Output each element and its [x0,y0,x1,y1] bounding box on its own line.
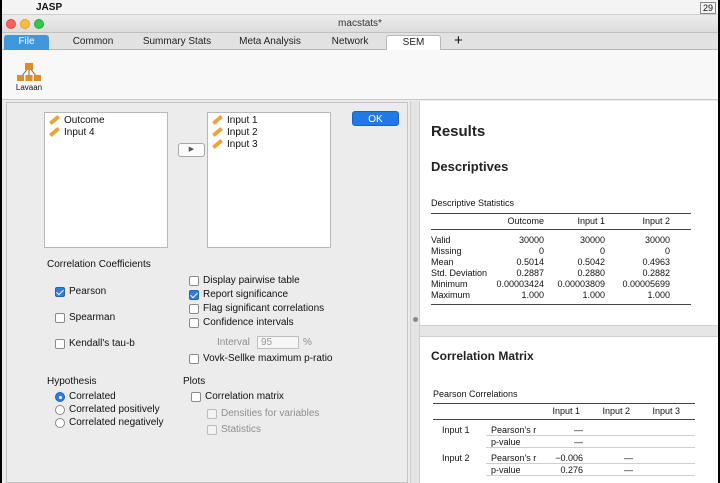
interval-input[interactable]: 95 [257,336,299,349]
title-bar: macstats* [2,15,718,33]
pairwise-table-checkbox[interactable] [189,276,199,286]
interval-label: Interval [217,337,250,348]
correlation-matrix-title: Correlation Matrix [431,349,534,363]
column-header: Input 1 [577,216,605,226]
correlation-matrix-checkbox[interactable] [191,392,201,402]
confidence-intervals-label[interactable]: Confidence intervals [203,317,294,328]
correlation-caption: Pearson Correlations [433,389,518,399]
correlated-radio[interactable] [55,392,65,402]
lavaan-label: Lavaan [15,83,43,92]
list-item[interactable]: Outcome [49,115,105,127]
scale-variable-icon [49,115,60,126]
scale-variable-icon [212,115,223,126]
descriptives-title: Descriptives [431,159,509,174]
row-divider [486,475,695,476]
column-header: Input 2 [602,406,630,416]
correlated-label[interactable]: Correlated [69,391,116,402]
move-variable-button[interactable]: ▶ [178,143,205,157]
splitter-grip-icon[interactable] [413,317,418,322]
row-divider [486,435,695,436]
assigned-variables-list[interactable]: Input 1 Input 2 Input 3 [207,112,528,248]
tab-network[interactable]: Network [320,35,380,50]
available-variables-list[interactable]: Outcome Input 4 [44,112,168,248]
statistics-checkbox[interactable] [207,425,217,435]
calendar-badge[interactable]: 29 [699,2,716,14]
tab-file[interactable]: File [4,35,49,50]
scale-variable-icon [212,139,223,150]
confidence-intervals-checkbox[interactable] [189,318,199,328]
densities-checkbox[interactable] [207,409,217,419]
spearman-label[interactable]: Spearman [69,312,115,323]
pearson-label[interactable]: Pearson [69,286,106,297]
panel-splitter[interactable] [410,101,420,483]
statistics-label[interactable]: Statistics [221,424,261,435]
correlated-negatively-radio[interactable] [55,418,65,428]
table-top-rule [431,213,691,214]
lavaan-button[interactable]: Lavaan [12,62,46,96]
interval-unit: % [303,337,312,348]
scale-variable-icon [49,127,60,138]
column-header: Outcome [507,216,544,226]
list-item[interactable]: Input 2 [212,127,258,139]
tab-meta-analysis[interactable]: Meta Analysis [230,35,310,50]
app-menu[interactable]: JASP [36,2,62,13]
vovk-sellke-checkbox[interactable] [189,354,199,364]
report-significance-label[interactable]: Report significance [203,289,288,300]
row-divider [486,447,695,448]
window-title: macstats* [338,18,382,29]
pearson-checkbox[interactable] [55,287,65,297]
flag-significant-label[interactable]: Flag significant correlations [203,303,324,314]
flag-significant-checkbox[interactable] [189,304,199,314]
plots-heading: Plots [183,376,206,387]
correlated-negatively-label[interactable]: Correlated negatively [69,417,164,428]
row-divider [486,463,695,464]
tab-summary-stats[interactable]: Summary Stats [134,35,220,50]
ribbon-tabbar: File Common Summary Stats Meta Analysis … [2,33,718,51]
kendall-checkbox[interactable] [55,339,65,349]
tab-common[interactable]: Common [62,35,124,50]
vovk-sellke-label[interactable]: Vovk-Sellke maximum p-ratio [203,353,332,364]
corr-top-rule [433,403,695,404]
column-header: Input 3 [652,406,680,416]
analysis-form: Outcome Input 4 ▶ Input 1 Input 2 Input … [6,102,528,483]
ok-button[interactable]: OK [352,111,399,126]
add-module-icon[interactable]: + [454,33,463,49]
options-panel: Outcome Input 4 ▶ Input 1 Input 2 Input … [2,101,528,483]
table-bottom-rule [431,304,691,305]
menubar: JASP 29 [2,0,718,15]
descriptives-caption: Descriptive Statistics [431,198,515,208]
pairwise-table-label[interactable]: Display pairwise table [203,275,300,286]
sem-network-icon [17,63,41,81]
hypothesis-heading: Hypothesis [47,376,97,387]
densities-label[interactable]: Densities for variables [221,408,319,419]
tab-sem[interactable]: SEM [386,35,441,51]
correlated-positively-label[interactable]: Correlated positively [69,404,160,415]
column-header: Input 2 [642,216,670,226]
correlated-positively-radio[interactable] [55,405,65,415]
kendall-label[interactable]: Kendall's tau-b [69,338,135,349]
corr-header-rule [433,419,695,420]
correlation-coefficients-heading: Correlation Coefficients [47,259,151,270]
spearman-checkbox[interactable] [55,313,65,323]
column-header: Input 1 [552,406,580,416]
correlation-matrix-label[interactable]: Correlation matrix [205,391,284,402]
list-item[interactable]: Input 3 [212,139,258,151]
table-header-rule [431,229,691,230]
list-item[interactable]: Input 4 [49,127,95,139]
list-item[interactable]: Input 1 [212,115,258,127]
section-separator [420,325,718,337]
results-panel: Results Descriptives Descriptive Statist… [420,101,718,483]
ribbon: Lavaan [2,50,718,100]
scale-variable-icon [212,127,223,138]
jasp-window: JASP 29 macstats* File Common Summary St… [2,0,718,483]
results-title: Results [431,123,486,140]
report-significance-checkbox[interactable] [189,290,199,300]
